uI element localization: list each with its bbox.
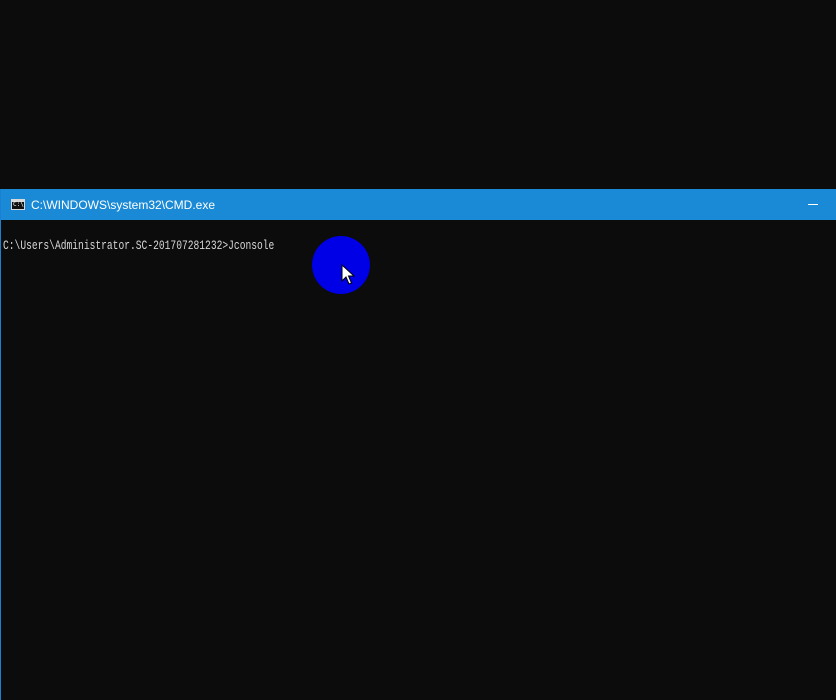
console-command: Jconsole: [228, 238, 275, 253]
cmd-window: C:\ C:\WINDOWS\system32\CMD.exe C:\Users…: [0, 189, 836, 700]
cmd-app-icon[interactable]: C:\: [11, 199, 25, 210]
console-output-area[interactable]: C:\Users\Administrator.SC-201707281232>J…: [1, 220, 836, 700]
mouse-pointer-icon: [341, 264, 355, 285]
desktop: C:\ C:\WINDOWS\system32\CMD.exe C:\Users…: [0, 0, 836, 700]
console-line: C:\Users\Administrator.SC-201707281232>J…: [3, 237, 274, 255]
minimize-icon: [808, 204, 818, 205]
cmd-app-icon-glyph: C:\: [13, 201, 24, 208]
minimize-button[interactable]: [790, 189, 836, 220]
window-titlebar[interactable]: C:\ C:\WINDOWS\system32\CMD.exe: [1, 189, 836, 220]
console-prompt: C:\Users\Administrator.SC-201707281232>: [3, 238, 229, 253]
window-title: C:\WINDOWS\system32\CMD.exe: [31, 197, 216, 212]
